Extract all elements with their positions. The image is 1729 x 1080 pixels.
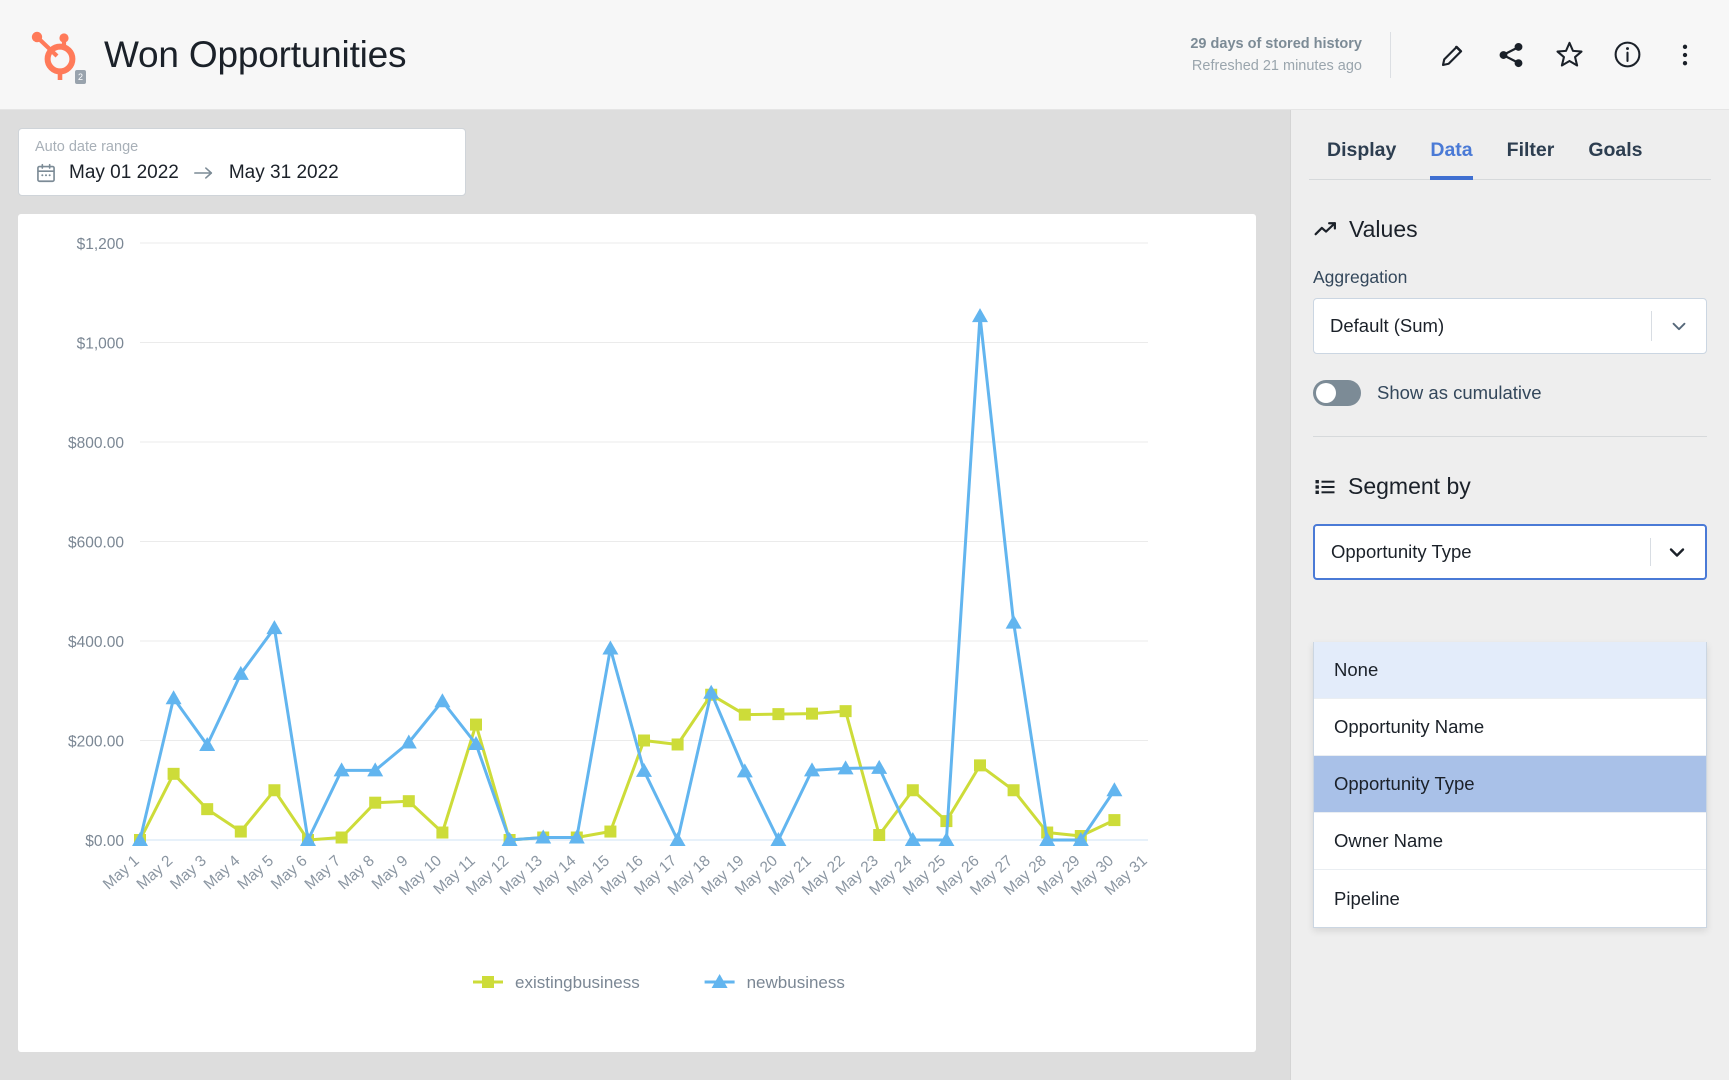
history-info: 29 days of stored history Refreshed 21 m… (1190, 33, 1362, 77)
date-range-label: Auto date range (35, 139, 139, 155)
svg-text:May 7: May 7 (302, 852, 345, 893)
line-chart[interactable]: $0.00 $200.00 $400.00 $600.00 $800.00 $1,000 $… (18, 214, 1256, 1052)
dropdown-option-pipeline[interactable]: Pipeline (1314, 870, 1706, 927)
list-icon (1313, 475, 1337, 499)
segment-select[interactable]: Opportunity Type (1313, 524, 1707, 580)
values-section-header: Values (1313, 216, 1707, 243)
hubspot-sprocket-icon (31, 31, 76, 80)
svg-text:$800.00: $800.00 (68, 435, 124, 452)
stored-history-text: 29 days of stored history (1190, 35, 1362, 52)
more-vertical-icon[interactable] (1665, 35, 1705, 75)
header-divider (1390, 31, 1391, 78)
segment-section: Segment by Opportunity Type (1291, 473, 1729, 580)
svg-text:existingbusiness: existingbusiness (515, 973, 640, 992)
dropdown-option-none[interactable]: None (1314, 642, 1706, 699)
edit-icon[interactable] (1433, 35, 1473, 75)
segment-value: Opportunity Type (1331, 541, 1472, 562)
panel-tabs: Display Data Filter Goals (1309, 110, 1711, 180)
dropdown-option-owner-name[interactable]: Owner Name (1314, 813, 1706, 870)
aggregation-value: Default (Sum) (1330, 315, 1445, 336)
svg-text:$200.00: $200.00 (68, 734, 124, 751)
select-separator (1650, 538, 1651, 566)
dropdown-option-opportunity-name[interactable]: Opportunity Name (1314, 699, 1706, 756)
tab-goals[interactable]: Goals (1588, 139, 1642, 180)
svg-text:May 4: May 4 (201, 852, 244, 893)
svg-text:$600.00: $600.00 (68, 535, 124, 552)
chart-card: $0.00 $200.00 $400.00 $600.00 $800.00 $1,000 $… (18, 214, 1256, 1052)
date-range-start: May 01 2022 (69, 162, 179, 183)
report-canvas: Auto date range May 01 2022 May 31 2022 … (0, 110, 1290, 1080)
settings-panel: Display Data Filter Goals Values Aggrega… (1290, 110, 1729, 1080)
chevron-down-icon (1668, 315, 1690, 337)
tab-data[interactable]: Data (1430, 139, 1473, 180)
svg-text:May 2: May 2 (134, 852, 177, 893)
select-separator (1651, 311, 1652, 341)
logo-badge: 2 (74, 69, 86, 84)
tab-filter[interactable]: Filter (1507, 139, 1555, 180)
trend-up-icon (1313, 217, 1338, 242)
segment-dropdown[interactable]: None Opportunity Name Opportunity Type O… (1313, 642, 1707, 928)
calendar-icon (35, 162, 57, 184)
panel-divider (1313, 436, 1707, 437)
hubspot-logo: 2 (22, 24, 86, 86)
svg-text:newbusiness: newbusiness (747, 973, 845, 992)
svg-text:May 8: May 8 (335, 852, 378, 893)
dropdown-option-opportunity-type[interactable]: Opportunity Type (1314, 756, 1706, 813)
svg-text:$0.00: $0.00 (85, 833, 124, 850)
page-title: Won Opportunities (104, 33, 407, 75)
svg-text:May 6: May 6 (268, 852, 311, 893)
svg-text:$1,000: $1,000 (77, 336, 125, 353)
date-range-picker[interactable]: Auto date range May 01 2022 May 31 2022 (18, 128, 466, 196)
svg-text:May 5: May 5 (234, 852, 277, 893)
toggle-knob (1316, 383, 1336, 403)
segment-section-header: Segment by (1313, 473, 1707, 500)
cumulative-label: Show as cumulative (1377, 382, 1542, 403)
header-actions: 29 days of stored history Refreshed 21 m… (1190, 31, 1729, 78)
star-icon[interactable] (1549, 35, 1589, 75)
cumulative-toggle[interactable] (1313, 380, 1361, 406)
info-icon[interactable] (1607, 35, 1647, 75)
chevron-down-icon (1665, 540, 1689, 564)
app-header: 2 Won Opportunities 29 days of stored hi… (0, 0, 1729, 110)
svg-text:May 3: May 3 (167, 852, 210, 893)
tab-display[interactable]: Display (1327, 139, 1396, 180)
refreshed-text: Refreshed 21 minutes ago (1191, 57, 1362, 74)
cumulative-toggle-row[interactable]: Show as cumulative (1313, 380, 1707, 406)
aggregation-select[interactable]: Default (Sum) (1313, 298, 1707, 354)
values-title: Values (1349, 216, 1418, 242)
segment-title: Segment by (1348, 473, 1471, 499)
svg-text:$1,200: $1,200 (77, 236, 125, 253)
svg-text:May 1: May 1 (100, 852, 143, 893)
date-range-end: May 31 2022 (228, 162, 339, 183)
svg-text:$400.00: $400.00 (68, 634, 124, 651)
aggregation-label: Aggregation (1313, 267, 1408, 287)
arrow-right-icon (193, 165, 215, 181)
values-section: Values Aggregation Default (Sum) Show as… (1291, 216, 1729, 406)
share-icon[interactable] (1491, 35, 1531, 75)
